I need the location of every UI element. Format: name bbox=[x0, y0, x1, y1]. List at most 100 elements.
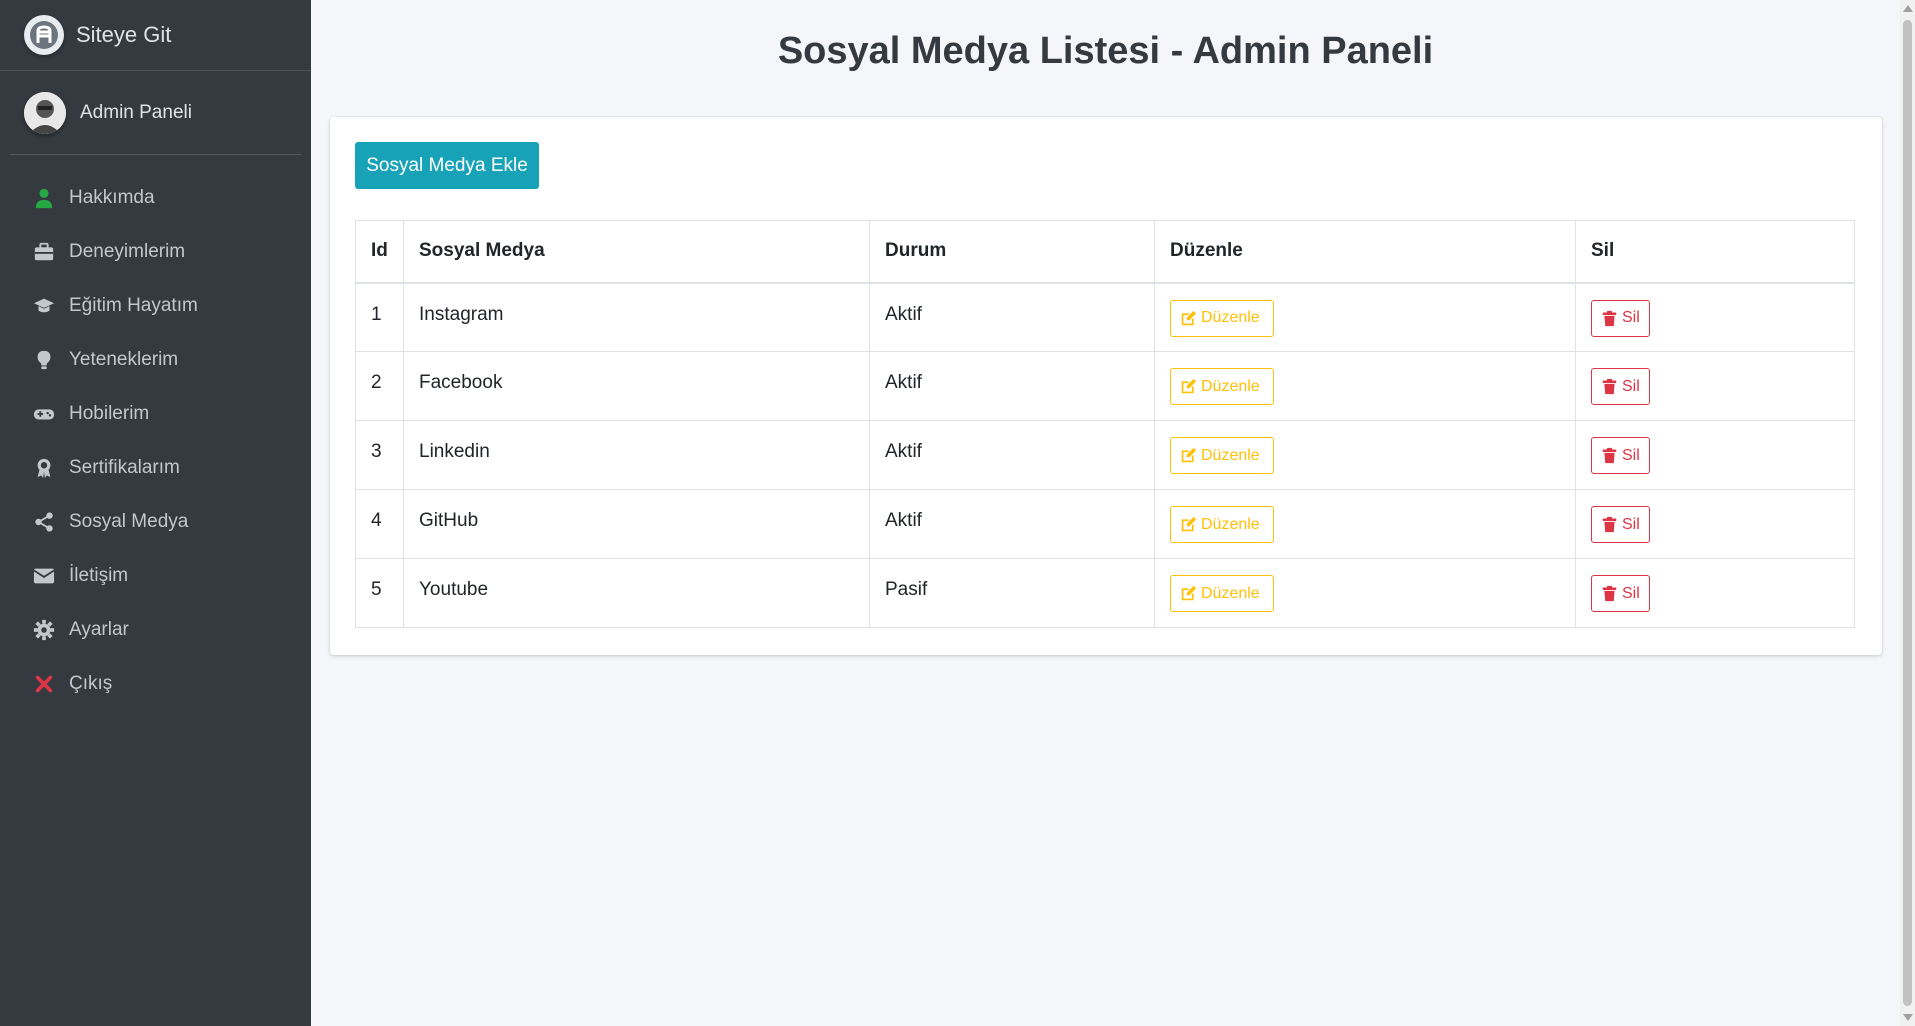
edit-button[interactable]: Düzenle bbox=[1170, 575, 1274, 612]
sidebar-item-label: Hakkımda bbox=[69, 187, 155, 208]
edit-icon bbox=[1180, 585, 1201, 602]
gear-icon bbox=[32, 618, 56, 642]
user-panel[interactable]: Admin Paneli bbox=[10, 71, 301, 155]
table-row: 2 Facebook Aktif Düzenle Sil bbox=[355, 351, 1855, 421]
sidebar-nav: Hakkımda Deneyimlerim Eğitim Hayatım Yet… bbox=[0, 155, 311, 711]
table-row: 4 GitHub Aktif Düzenle Sil bbox=[355, 489, 1855, 559]
cell-name: Linkedin bbox=[403, 420, 870, 490]
gamepad-icon bbox=[32, 402, 56, 426]
sidebar-item-cikis[interactable]: Çıkış bbox=[0, 657, 311, 711]
edit-button[interactable]: Düzenle bbox=[1170, 506, 1274, 543]
cell-id: 1 bbox=[355, 282, 404, 352]
delete-button-label: Sil bbox=[1622, 377, 1640, 395]
social-media-table: Id Sosyal Medya Durum Düzenle Sil 1 Insta… bbox=[355, 220, 1855, 628]
vertical-scrollbar[interactable] bbox=[1900, 0, 1915, 1026]
column-header-id: Id bbox=[355, 220, 404, 284]
cell-status: Pasif bbox=[869, 558, 1155, 628]
table-header-row: Id Sosyal Medya Durum Düzenle Sil bbox=[355, 220, 1855, 284]
sidebar-item-ayarlar[interactable]: Ayarlar bbox=[0, 603, 311, 657]
cell-id: 4 bbox=[355, 489, 404, 559]
edit-button[interactable]: Düzenle bbox=[1170, 368, 1274, 405]
cell-id: 5 bbox=[355, 558, 404, 628]
envelope-icon bbox=[32, 564, 56, 588]
sidebar-item-label: Deneyimlerim bbox=[69, 241, 186, 262]
cell-status: Aktif bbox=[869, 282, 1155, 352]
scroll-up-icon[interactable] bbox=[1903, 5, 1913, 12]
delete-button-label: Sil bbox=[1622, 515, 1640, 533]
sidebar-item-sertifikalar[interactable]: Sertifikalarım bbox=[0, 441, 311, 495]
delete-button[interactable]: Sil bbox=[1591, 575, 1650, 612]
briefcase-icon bbox=[32, 240, 56, 264]
edit-button[interactable]: Düzenle bbox=[1170, 437, 1274, 474]
table-body: 1 Instagram Aktif Düzenle Sil 2 Facebook Aktif D… bbox=[355, 282, 1855, 628]
cell-id: 3 bbox=[355, 420, 404, 490]
edit-icon bbox=[1180, 447, 1201, 464]
edit-button-label: Düzenle bbox=[1201, 377, 1260, 395]
content-card: Sosyal Medya Ekle Id Sosyal Medya Durum … bbox=[330, 117, 1882, 655]
cell-edit: Düzenle bbox=[1154, 282, 1576, 352]
brand-logo-icon bbox=[24, 15, 64, 55]
column-header-delete: Sil bbox=[1575, 220, 1855, 284]
sidebar-item-iletisim[interactable]: İletişim bbox=[0, 549, 311, 603]
scroll-down-icon[interactable] bbox=[1903, 1014, 1913, 1021]
avatar bbox=[24, 91, 66, 134]
sidebar-item-label: Çıkış bbox=[69, 673, 113, 694]
sidebar-item-egitim[interactable]: Eğitim Hayatım bbox=[0, 279, 311, 333]
add-social-media-button[interactable]: Sosyal Medya Ekle bbox=[355, 142, 539, 189]
sidebar-item-hakkimda[interactable]: Hakkımda bbox=[0, 171, 311, 225]
delete-button[interactable]: Sil bbox=[1591, 437, 1650, 474]
sidebar: Siteye Git Admin Paneli Hakkımda Deneyim… bbox=[0, 0, 311, 1026]
cell-delete: Sil bbox=[1575, 558, 1855, 628]
main-content: Sosyal Medya Listesi - Admin Paneli Sosy… bbox=[311, 0, 1900, 1026]
cell-delete: Sil bbox=[1575, 282, 1855, 352]
cell-edit: Düzenle bbox=[1154, 558, 1576, 628]
cell-delete: Sil bbox=[1575, 420, 1855, 490]
column-header-status: Durum bbox=[869, 220, 1155, 284]
sidebar-item-deneyimlerim[interactable]: Deneyimlerim bbox=[0, 225, 311, 279]
sidebar-item-label: Yeteneklerim bbox=[69, 349, 179, 370]
edit-button[interactable]: Düzenle bbox=[1170, 299, 1274, 337]
edit-button-label: Düzenle bbox=[1201, 446, 1260, 464]
page-title: Sosyal Medya Listesi - Admin Paneli bbox=[777, 30, 1434, 72]
edit-button-label: Düzenle bbox=[1201, 584, 1260, 602]
lightbulb-icon bbox=[32, 348, 56, 372]
cell-delete: Sil bbox=[1575, 489, 1855, 559]
table-row: 5 Youtube Pasif Düzenle Sil bbox=[355, 558, 1855, 628]
edit-icon bbox=[1180, 378, 1201, 395]
sidebar-item-label: Ayarlar bbox=[69, 619, 129, 640]
sidebar-item-label: Sosyal Medya bbox=[69, 511, 189, 532]
cell-edit: Düzenle bbox=[1154, 351, 1576, 421]
edit-button-label: Düzenle bbox=[1201, 309, 1260, 326]
share-icon bbox=[32, 510, 56, 534]
close-icon bbox=[32, 672, 56, 696]
brand-link[interactable]: Siteye Git bbox=[0, 0, 311, 71]
delete-button[interactable]: Sil bbox=[1591, 368, 1650, 405]
sidebar-item-label: Eğitim Hayatım bbox=[69, 295, 198, 316]
cell-id: 2 bbox=[355, 351, 404, 421]
user-name: Admin Paneli bbox=[80, 101, 192, 123]
edit-icon bbox=[1180, 310, 1201, 327]
user-icon bbox=[32, 186, 56, 210]
delete-button[interactable]: Sil bbox=[1591, 506, 1650, 543]
sidebar-item-label: Sertifikalarım bbox=[69, 457, 180, 478]
trash-icon bbox=[1601, 516, 1622, 533]
cell-name: GitHub bbox=[403, 489, 870, 559]
cell-name: Youtube bbox=[403, 558, 870, 628]
table-row: 3 Linkedin Aktif Düzenle Sil bbox=[355, 420, 1855, 490]
sidebar-item-label: Hobilerim bbox=[69, 403, 150, 424]
cell-name: Facebook bbox=[403, 351, 870, 421]
sidebar-item-sosyal-medya[interactable]: Sosyal Medya bbox=[0, 495, 311, 549]
table-row: 1 Instagram Aktif Düzenle Sil bbox=[355, 282, 1855, 352]
sidebar-item-hobiler[interactable]: Hobilerim bbox=[0, 387, 311, 441]
sidebar-item-yetenekler[interactable]: Yeteneklerim bbox=[0, 333, 311, 387]
trash-icon bbox=[1601, 310, 1622, 327]
edit-icon bbox=[1180, 516, 1201, 533]
delete-button[interactable]: Sil bbox=[1591, 299, 1650, 337]
column-header-name: Sosyal Medya bbox=[403, 220, 870, 284]
cell-edit: Düzenle bbox=[1154, 420, 1576, 490]
delete-button-label: Sil bbox=[1622, 446, 1640, 464]
sidebar-item-label: İletişim bbox=[69, 565, 129, 586]
scrollbar-thumb[interactable] bbox=[1903, 20, 1912, 1006]
cell-status: Aktif bbox=[869, 420, 1155, 490]
trash-icon bbox=[1601, 378, 1622, 395]
